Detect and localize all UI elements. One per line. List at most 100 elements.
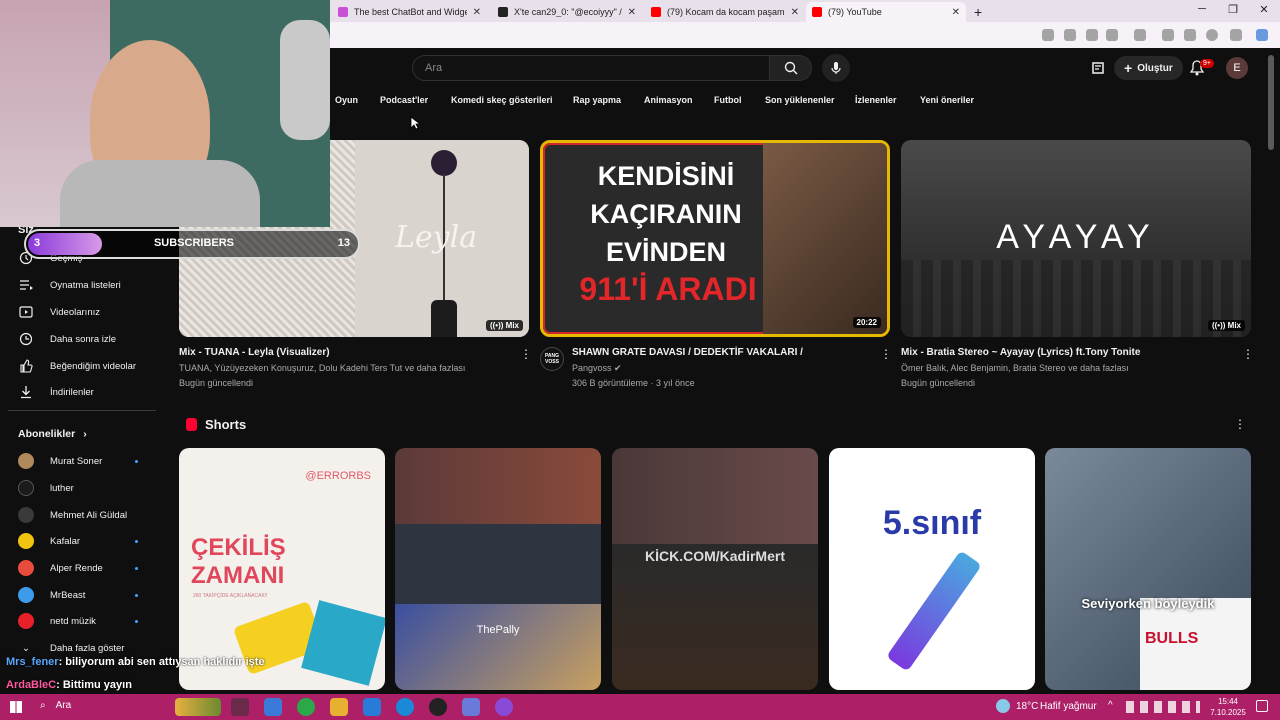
shorts-more-icon[interactable]: ⋮	[1234, 417, 1246, 431]
copilot-taskbar-icon[interactable]	[264, 698, 282, 716]
subscription-item[interactable]: netd müzik	[18, 613, 138, 629]
app-taskbar-icon[interactable]	[462, 698, 480, 716]
mix-label: Mix	[505, 321, 519, 330]
tab-close-icon[interactable]: ✕	[952, 7, 960, 18]
video-title[interactable]: Mix - Bratia Stereo ~ Ayayay (Lyrics) ft…	[901, 347, 1140, 358]
sidebar-item-liked[interactable]: Beğendiğim videolar	[18, 358, 136, 374]
create-button[interactable]: + Oluştur	[1114, 56, 1183, 80]
channel-name: MrBeast	[50, 589, 86, 601]
chip-recent[interactable]: Son yüklenenler	[765, 95, 835, 115]
extension-icon[interactable]	[1064, 29, 1076, 41]
app-taskbar-icon[interactable]	[495, 698, 513, 716]
favorite-star-icon[interactable]	[1106, 29, 1118, 41]
edge-taskbar-icon[interactable]	[396, 698, 414, 716]
chip-football[interactable]: Futbol	[714, 95, 742, 115]
page-scrollbar[interactable]	[1268, 55, 1274, 150]
rose-image: Leyla	[355, 140, 529, 337]
channel-avatar[interactable]: PANG VOSS	[540, 347, 564, 371]
store-taskbar-icon[interactable]	[363, 698, 381, 716]
short-card[interactable]: @ERRORBS ÇEKİLİŞ ZAMANI 260 TAKİPÇİDE AÇ…	[179, 448, 385, 690]
browser-tab[interactable]: X'te can29_0: "@ecoiyyy" / X ✕	[492, 2, 642, 22]
file-explorer-icon[interactable]	[330, 698, 348, 716]
chip-animation[interactable]: Animasyon	[644, 95, 693, 115]
subscriptions-header[interactable]: Abonelikler ›	[18, 428, 87, 440]
extension-icon[interactable]	[1162, 29, 1174, 41]
voice-search-button[interactable]	[822, 54, 850, 82]
weather-desc[interactable]: Hafif yağmur	[1040, 701, 1097, 712]
short-card[interactable]: BULLS Seviyorken böyleydik	[1045, 448, 1251, 690]
obs-taskbar-icon[interactable]	[429, 698, 447, 716]
chip-comedy[interactable]: Komedi skeç gösterileri	[451, 95, 553, 115]
video-title[interactable]: SHAWN GRATE DAVASI / DEDEKTİF VAKALARI /	[572, 347, 803, 358]
new-tab-button[interactable]: +	[968, 2, 988, 22]
browser-tab[interactable]: The best ChatBot and Widgets fo ✕	[332, 2, 487, 22]
tab-close-icon[interactable]: ✕	[473, 7, 481, 18]
notification-center-icon[interactable]	[1256, 700, 1268, 712]
streamer-image	[612, 448, 818, 544]
search-icon: ⌕	[40, 700, 46, 711]
search-button[interactable]	[770, 55, 812, 81]
more-options-icon[interactable]: ⋮	[1242, 347, 1254, 361]
channel-name[interactable]: Pangvoss ✔	[572, 363, 622, 374]
tab-close-icon[interactable]: ✕	[791, 7, 799, 18]
weather-temp[interactable]: 18°C	[1016, 701, 1038, 712]
more-options-icon[interactable]: ⋮	[880, 347, 892, 361]
tab-close-icon[interactable]: ✕	[628, 7, 636, 18]
cast-icon[interactable]	[1090, 60, 1106, 76]
sidebar-item-playlists[interactable]: Oynatma listeleri	[18, 277, 121, 293]
chrome-taskbar-icon[interactable]	[297, 698, 315, 716]
extension-icon[interactable]	[1042, 29, 1054, 41]
more-options-icon[interactable]: ⋮	[520, 347, 532, 361]
search-input[interactable]: Ara	[412, 55, 770, 81]
taskbar-clock[interactable]: 15:44 7.10.2025	[1204, 696, 1252, 718]
extensions-icon[interactable]	[1134, 29, 1146, 41]
subscription-item[interactable]: Murat Soner	[18, 453, 138, 469]
task-view-icon[interactable]	[231, 698, 249, 716]
video-title[interactable]: Mix - TUANA - Leyla (Visualizer)	[179, 347, 330, 358]
streamer-image	[395, 448, 601, 524]
browser-tab[interactable]: (79) Kocam da kocam paşam da p ✕	[645, 2, 805, 22]
windows-start-icon[interactable]	[10, 701, 22, 713]
chip-watched[interactable]: İzlenenler	[855, 95, 897, 115]
subscription-item[interactable]: Mehmet Ali Güldal	[18, 507, 138, 523]
mix-label: Mix	[1227, 321, 1241, 330]
browser-tab-active[interactable]: (79) YouTube ✕	[806, 2, 966, 22]
close-window-icon[interactable]: ✕	[1254, 3, 1274, 16]
channel-name: Mehmet Ali Güldal	[50, 509, 128, 521]
video-thumbnail[interactable]: KENDİSİNİ KAÇIRANIN EVİNDEN 911'İ ARADI …	[540, 140, 890, 337]
copilot-icon[interactable]	[1256, 29, 1268, 41]
taskbar-search[interactable]: ⌕ Ara	[40, 700, 71, 711]
sidebar-divider	[8, 410, 156, 411]
sidebar-item-downloads[interactable]: İndirilenler	[18, 384, 94, 400]
short-card[interactable]: ThePally	[395, 448, 601, 690]
minimize-icon[interactable]: ─	[1192, 3, 1212, 15]
show-more-button[interactable]: ⌄ Daha fazla göster	[18, 640, 124, 656]
tray-chevron-icon[interactable]: ^	[1108, 700, 1113, 711]
account-avatar[interactable]: E	[1226, 57, 1248, 79]
taskbar-widget-icon[interactable]	[175, 698, 221, 716]
short-card[interactable]: KİCK.COM/KadirMert	[612, 448, 818, 690]
sidebar-item-watch-later[interactable]: Daha sonra izle	[18, 331, 116, 347]
profile-icon[interactable]	[1206, 29, 1218, 41]
sidebar-item-your-videos[interactable]: Videolarınız	[18, 304, 100, 320]
chip-rap[interactable]: Rap yapma	[573, 95, 621, 115]
maximize-icon[interactable]: ❐	[1223, 3, 1243, 16]
weather-icon[interactable]	[996, 699, 1010, 713]
video-thumbnail[interactable]: AYAYAY ((•)) Mix	[901, 140, 1251, 337]
tray-icons[interactable]	[1126, 701, 1200, 713]
mix-icon: ((•))	[489, 321, 506, 330]
more-icon[interactable]	[1230, 29, 1242, 41]
subscription-item[interactable]: Alper Rende	[18, 560, 138, 576]
short-card[interactable]: 5.sınıf	[829, 448, 1035, 690]
new-content-dot	[135, 593, 138, 597]
chip-podcasts[interactable]: Podcast'ler	[380, 95, 428, 115]
sidebar-item-label: İndirilenler	[50, 386, 94, 398]
chip-new-recs[interactable]: Yeni öneriler	[920, 95, 974, 115]
chip-oyun[interactable]: Oyun	[335, 95, 358, 115]
subscription-item[interactable]: luther	[18, 480, 138, 496]
subscription-item[interactable]: MrBeast	[18, 587, 138, 603]
read-aloud-icon[interactable]	[1086, 29, 1098, 41]
subscription-item[interactable]: Kafalar	[18, 533, 138, 549]
video-duration: 20:22	[852, 317, 881, 328]
favorites-icon[interactable]	[1184, 29, 1196, 41]
